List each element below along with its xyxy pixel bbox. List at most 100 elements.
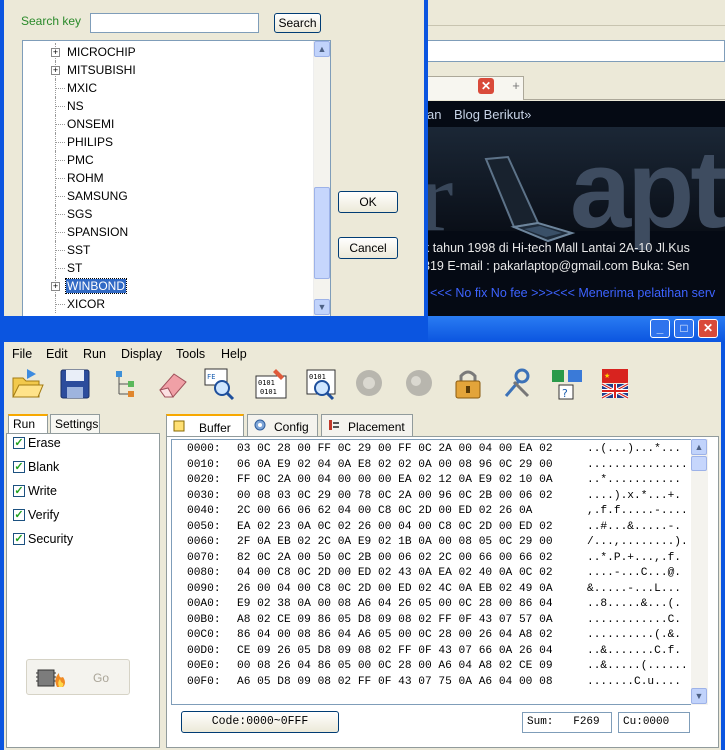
expand-icon[interactable]: + — [51, 48, 60, 57]
scroll-up-icon[interactable]: ▲ — [314, 41, 330, 57]
erase-icon[interactable] — [156, 366, 190, 402]
hex-addr: 0010: — [187, 458, 221, 471]
tab-close-icon[interactable]: ✕ — [478, 78, 494, 94]
tree-item-label: SST — [67, 243, 91, 257]
tab-settings[interactable]: Settings — [50, 414, 100, 433]
lock-icon[interactable] — [451, 366, 485, 402]
tab-buffer[interactable]: Buffer — [166, 414, 244, 437]
hex-ascii: ..(...)...*... — [587, 443, 681, 455]
expand-icon[interactable]: + — [51, 66, 60, 75]
hex-bytes: FF 0C 2A 00 04 00 00 00 EA 02 12 0A E9 0… — [237, 474, 553, 486]
tree-item[interactable]: PMC — [23, 151, 313, 169]
close-icon[interactable]: ✕ — [698, 319, 718, 338]
cu-label: Cu: — [623, 716, 643, 728]
tab-placement[interactable]: Placement — [321, 414, 413, 436]
checkbox[interactable]: ✓ — [13, 437, 25, 449]
manufacturer-tree[interactable]: + MICROCHIP + MITSUBISHI MXIC NS ONSEMI PHILIPS… — [22, 40, 331, 317]
window-client: File Edit Run Display Tools Help FE 0101… — [4, 342, 721, 750]
tree-item[interactable]: SGS — [23, 205, 313, 223]
hex-scroll-up-icon[interactable]: ▲ — [691, 439, 707, 455]
tree-item[interactable]: MXIC — [23, 79, 313, 97]
hex-addr: 00E0: — [187, 660, 221, 672]
menu-edit[interactable]: Edit — [46, 347, 68, 361]
menu-display[interactable]: Display — [121, 347, 162, 361]
checkbox[interactable]: ✓ — [13, 533, 25, 545]
expand-icon[interactable]: + — [51, 282, 60, 291]
site-menu-partial[interactable]: an — [427, 107, 441, 122]
language-flag-icon[interactable]: ★ — [598, 366, 632, 402]
menu-file[interactable]: File — [12, 347, 32, 361]
hex-scroll-down-icon[interactable]: ▼ — [691, 688, 707, 704]
tree-item[interactable]: NS — [23, 97, 313, 115]
hex-scrollbar-track[interactable]: ▲ ▼ — [691, 439, 708, 705]
tree-item-label: MXIC — [67, 81, 97, 95]
hex-addr: 0090: — [187, 582, 221, 595]
tree-item[interactable]: XICOR — [23, 295, 313, 313]
hex-bytes: A6 05 D8 09 08 02 FF 0F 43 07 75 0A A6 0… — [237, 675, 553, 688]
hex-ascii: ....-...C...@. — [587, 567, 681, 579]
cancel-button[interactable]: Cancel — [338, 237, 398, 259]
config-icon — [254, 419, 266, 431]
tree-item[interactable]: ONSEMI — [23, 115, 313, 133]
search-key-input[interactable] — [90, 13, 259, 33]
laptop-icon — [484, 155, 576, 243]
hex-scroll-thumb[interactable] — [691, 456, 707, 471]
tree-item[interactable]: SST — [23, 241, 313, 259]
address-bar[interactable] — [426, 40, 725, 62]
hex-ascii: ............C. — [587, 613, 681, 626]
menu-tools[interactable]: Tools — [176, 347, 205, 361]
save-icon[interactable] — [58, 366, 92, 402]
hex-addr: 0060: — [187, 536, 221, 548]
buffer-icon — [173, 420, 185, 432]
ok-button[interactable]: OK — [338, 191, 398, 213]
tree-item-label: PMC — [67, 153, 94, 167]
new-tab-icon[interactable]: + — [508, 78, 524, 94]
device-help-icon[interactable]: ? — [550, 366, 584, 402]
tab-run[interactable]: Run — [8, 414, 48, 434]
tree-item[interactable]: SPANSION — [23, 223, 313, 241]
checkbox[interactable]: ✓ — [13, 509, 25, 521]
hex-bytes: 03 0C 28 00 FF 0C 29 00 FF 0C 2A 00 04 0… — [237, 443, 553, 455]
maximize-icon[interactable]: □ — [674, 319, 694, 338]
hex-scrollbar[interactable]: ▲ ▼ — [691, 439, 708, 705]
search-button[interactable]: Search — [274, 13, 321, 33]
background-browser-window: ✕ + an Blog Berikut» r apt k tahun 1998 … — [420, 0, 725, 318]
tree-item[interactable]: + WINBOND — [23, 277, 313, 295]
tab-config[interactable]: Config — [247, 414, 318, 436]
tree-scrollbar[interactable]: ▲ ▼ — [313, 41, 330, 316]
tree-item[interactable]: + MITSUBISHI — [23, 61, 313, 79]
edit-hex-icon[interactable]: 0101 0101 — [254, 366, 288, 402]
search-chip-icon[interactable]: FE — [202, 366, 236, 402]
window-titlebar[interactable]: _ □ ✕ — [428, 316, 725, 342]
open-icon[interactable] — [10, 366, 44, 402]
tree-item-label: SGS — [67, 207, 93, 221]
checkbox[interactable]: ✓ — [13, 461, 25, 473]
tree-item-label: ROHM — [67, 171, 104, 185]
tree-item[interactable]: ROHM — [23, 169, 313, 187]
hex-ascii: ,.f.f.....-.... — [587, 505, 688, 517]
tree-item[interactable]: + MICROCHIP — [23, 43, 313, 61]
minimize-icon[interactable]: _ — [650, 319, 670, 338]
view-hex-icon[interactable]: 0101 — [304, 366, 338, 402]
hex-dump[interactable]: 0000: 03 0C 28 00 FF 0C 29 00 FF 0C 2A 00… — [171, 439, 692, 705]
menu-help[interactable]: Help — [221, 347, 247, 361]
tree-icon[interactable] — [110, 366, 144, 402]
tree-item[interactable]: SAMSUNG — [23, 187, 313, 205]
scroll-down-icon[interactable]: ▼ — [314, 299, 330, 315]
svg-text:0101: 0101 — [260, 388, 277, 396]
tools-icon[interactable] — [500, 366, 534, 402]
search-key-label: Search key — [21, 14, 82, 28]
code-range-button[interactable]: Code:0000~0FFF — [181, 711, 339, 733]
tree-item[interactable]: ST — [23, 259, 313, 277]
tree-item-label: ONSEMI — [67, 117, 115, 131]
checkbox[interactable]: ✓ — [13, 485, 25, 497]
hex-ascii: ..&.....(...... — [587, 660, 688, 672]
site-marquee: <<< No fix No fee >>><<< Menerima pelati… — [430, 286, 716, 300]
menu-run[interactable]: Run — [83, 347, 106, 361]
site-menu-blog[interactable]: Blog Berikut» — [454, 107, 531, 122]
tree-item[interactable]: PHILIPS — [23, 133, 313, 151]
scroll-thumb[interactable] — [314, 187, 330, 279]
hex-bytes: 82 0C 2A 00 50 0C 2B 00 06 02 2C 00 66 0… — [237, 551, 553, 564]
hex-addr: 00D0: — [187, 644, 221, 657]
option-label: Write — [28, 484, 57, 498]
